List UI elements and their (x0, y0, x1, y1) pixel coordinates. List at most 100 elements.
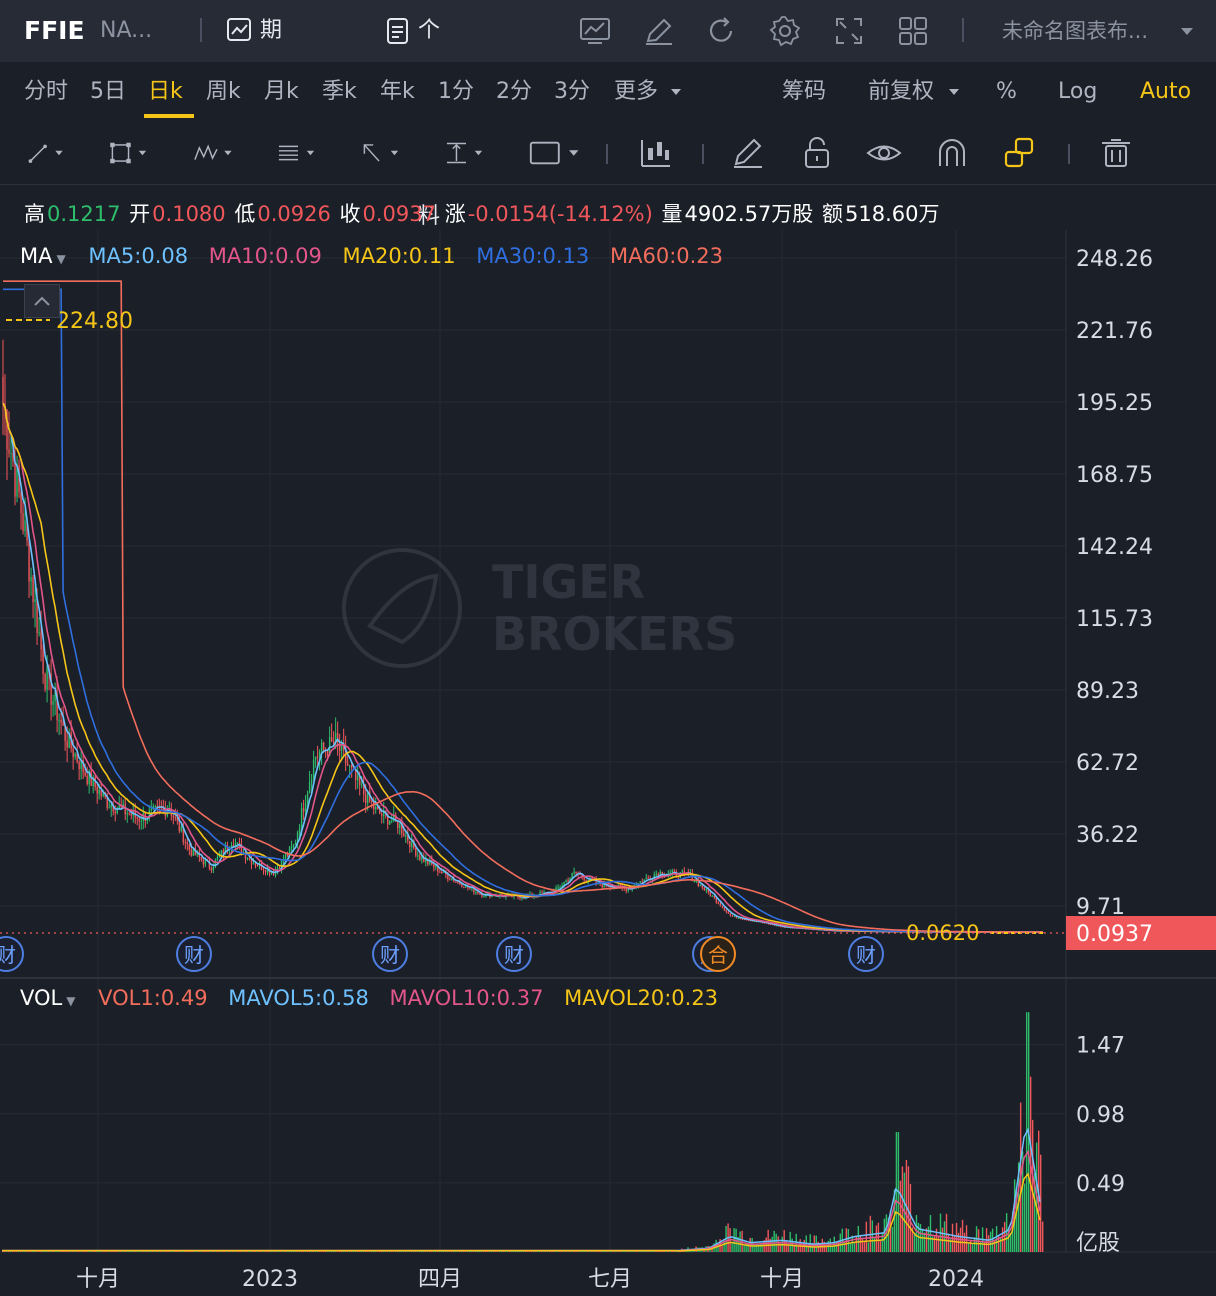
candle-body (721, 906, 724, 908)
vol-ma-line (2, 1149, 1041, 1252)
volume-bar (1041, 1221, 1044, 1252)
mavol20-value: MAVOL20:0.23 (564, 986, 719, 1010)
refresh-icon[interactable] (704, 14, 738, 48)
candle-body (140, 820, 142, 822)
candle-body (567, 880, 569, 882)
trash-icon[interactable] (1096, 136, 1140, 170)
candle-body (399, 823, 401, 829)
adjust-dropdown[interactable]: 前复权 (868, 62, 934, 122)
magnet-icon[interactable] (932, 136, 976, 170)
percent-toggle[interactable]: % (996, 62, 1017, 122)
candle-body (713, 895, 716, 898)
layout-dropdown[interactable]: 未命名图表布... (1002, 0, 1148, 62)
marker-label: 财 (504, 943, 524, 967)
candle-body (705, 888, 708, 891)
candle-tool-icon[interactable] (636, 136, 680, 170)
text-tool-icon[interactable] (528, 136, 584, 170)
marker-label: 财 (0, 943, 16, 967)
candle-body (286, 854, 289, 856)
candle-body (42, 649, 44, 674)
candle-body (212, 866, 215, 871)
candle-body (583, 877, 585, 881)
period-year-k[interactable]: 年k (380, 62, 415, 122)
volume-bar (921, 1228, 924, 1252)
candle-body (290, 846, 293, 848)
candle-body (389, 821, 391, 825)
fib-tool-icon[interactable] (276, 136, 320, 170)
candle-body (709, 892, 712, 897)
candle-body (683, 871, 686, 873)
candle-body (186, 842, 189, 845)
y-tick-label: 9.71 (1076, 895, 1125, 920)
kline-chart[interactable]: TIGER BROKERS 224.800.06200.0937财财财财财合财 … (0, 230, 1216, 1296)
line-tool-icon[interactable] (26, 136, 70, 170)
y-tick-label: 62.72 (1076, 751, 1139, 776)
chevron-down-icon[interactable] (1180, 26, 1194, 36)
candle-body (625, 888, 627, 892)
vol-tick-label: 0.98 (1076, 1103, 1125, 1128)
period-minute[interactable]: 分时 (24, 62, 68, 122)
rect-tool-icon[interactable] (108, 136, 152, 170)
period-2min[interactable]: 2分 (496, 62, 532, 122)
candle-body (52, 701, 54, 705)
candle-body (190, 849, 193, 856)
fullscreen-icon[interactable] (832, 14, 866, 48)
auto-toggle[interactable]: Auto (1140, 62, 1191, 122)
pencil-icon[interactable] (730, 136, 774, 170)
ma-dropdown[interactable]: MA (20, 244, 52, 268)
period-5day[interactable]: 5日 (90, 62, 126, 122)
vol-dropdown[interactable]: VOL (20, 986, 62, 1010)
volume-bar (569, 1251, 571, 1252)
log-toggle[interactable]: Log (1058, 62, 1097, 122)
period-day-k[interactable]: 日k (148, 62, 183, 122)
candle-body (108, 807, 110, 809)
chevron-down-icon[interactable] (948, 87, 960, 96)
link-layers-icon[interactable] (1000, 136, 1044, 170)
marker-label: 合 (708, 943, 728, 967)
candle-body (254, 863, 257, 866)
measure-tool-icon[interactable] (444, 136, 488, 170)
period-3min[interactable]: 3分 (554, 62, 590, 122)
period-1min[interactable]: 1分 (438, 62, 474, 122)
pattern-tool-icon[interactable] (192, 136, 236, 170)
edit-icon[interactable] (642, 14, 676, 48)
candle-body (110, 804, 112, 808)
volume-bar (875, 1225, 878, 1252)
ma-line-ma10 (2, 402, 1043, 933)
eye-icon[interactable] (864, 136, 908, 170)
candle-body (304, 803, 307, 812)
volume-bar (158, 1251, 160, 1252)
gear-icon[interactable] (768, 14, 802, 48)
period-week-k[interactable]: 周k (206, 62, 241, 122)
vol1-value: VOL1:0.49 (98, 986, 208, 1010)
chips-button[interactable]: 筹码 (782, 62, 826, 122)
chevron-down-icon[interactable] (670, 87, 682, 96)
candle-body (312, 759, 315, 780)
period-quarter-k[interactable]: 季k (322, 62, 357, 122)
volume-bar (721, 1245, 723, 1252)
candle-body (264, 870, 267, 873)
y-tick-label: 221.76 (1076, 319, 1153, 344)
volume-bar (863, 1240, 866, 1252)
low-label: 低 (234, 202, 256, 226)
candle-body (573, 871, 575, 874)
chart-type-icon[interactable] (578, 14, 612, 48)
period-month-k[interactable]: 月k (264, 62, 299, 122)
candle-body (671, 870, 673, 873)
axes: 248.26 221.76 195.25 168.75 142.24 115.73 89.2… (76, 247, 1153, 1292)
candle-body (731, 915, 734, 917)
volume-bar (328, 1251, 331, 1252)
candle-body (439, 871, 441, 873)
chevron-down-icon[interactable]: ▼ (66, 994, 75, 1008)
arrow-tool-icon[interactable] (360, 136, 404, 170)
watermark-logo-icon (367, 573, 439, 645)
chart-line-icon (227, 18, 251, 41)
candle-body (451, 879, 453, 881)
stock-name[interactable]: NA... (100, 0, 152, 62)
unlock-icon[interactable] (798, 136, 842, 170)
stock-symbol[interactable]: FFIE (24, 0, 85, 62)
period-more[interactable]: 更多 (614, 62, 658, 122)
grid-layout-icon[interactable] (896, 14, 930, 48)
collapse-button[interactable] (24, 284, 60, 318)
chevron-down-icon[interactable]: ▼ (56, 252, 65, 266)
